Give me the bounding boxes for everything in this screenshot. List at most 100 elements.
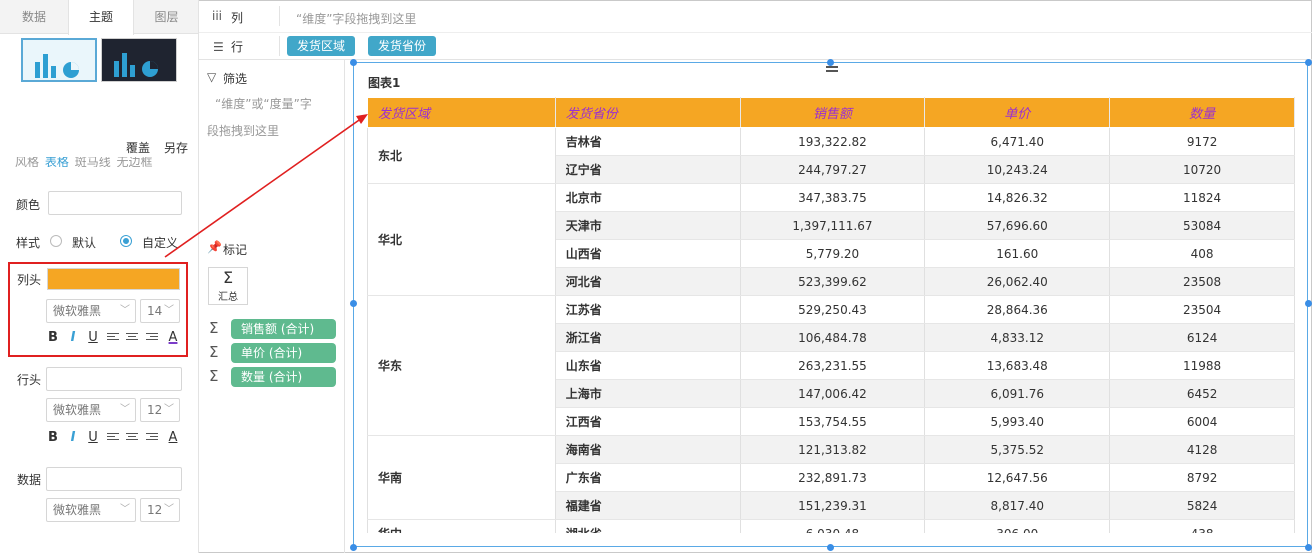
sales-cell[interactable]: 6,030.48 (740, 519, 926, 533)
header-province[interactable]: 发货省份 (554, 97, 741, 128)
price-cell[interactable]: 12,647.56 (924, 463, 1111, 492)
region-cell[interactable]: 东北 (367, 127, 556, 184)
quantity-cell[interactable]: 438 (1109, 519, 1295, 533)
sales-cell[interactable]: 523,399.62 (740, 267, 926, 296)
province-cell[interactable]: 福建省 (555, 491, 741, 520)
price-cell[interactable]: 5,375.52 (924, 435, 1111, 464)
bold-button[interactable]: B (46, 330, 60, 345)
province-cell[interactable]: 北京市 (555, 183, 741, 212)
price-cell[interactable]: 306.00 (924, 519, 1111, 533)
resize-handle[interactable] (1305, 544, 1312, 551)
align-center-icon[interactable] (126, 433, 138, 444)
sales-cell[interactable]: 529,250.43 (740, 295, 926, 324)
province-cell[interactable]: 江苏省 (555, 295, 741, 324)
sales-cell[interactable]: 263,231.55 (740, 351, 926, 380)
sales-cell[interactable]: 147,006.42 (740, 379, 926, 408)
sales-cell[interactable]: 151,239.31 (740, 491, 926, 520)
sales-cell[interactable]: 232,891.73 (740, 463, 926, 492)
row-header-color-input[interactable] (46, 367, 182, 391)
quantity-cell[interactable]: 9172 (1109, 127, 1295, 156)
price-cell[interactable]: 8,817.40 (924, 491, 1111, 520)
resize-handle[interactable] (1305, 300, 1312, 307)
underline-button[interactable]: U (86, 430, 100, 445)
style-option-no-border[interactable]: 无边框 (117, 157, 153, 167)
resize-handle[interactable] (1305, 59, 1312, 66)
col-header-color-picker[interactable] (47, 268, 180, 290)
quantity-cell[interactable]: 408 (1109, 239, 1295, 268)
pivot-table-viewport[interactable]: 发货区域 发货省份 销售额 单价 数量 东北 吉林省 193,322.82 6,471… (367, 97, 1295, 533)
resize-handle[interactable] (350, 300, 357, 307)
sales-cell[interactable]: 244,797.27 (740, 155, 926, 184)
region-cell[interactable]: 华南 (367, 435, 556, 520)
price-cell[interactable]: 13,683.48 (924, 351, 1111, 380)
region-cell[interactable]: 华中 (367, 519, 556, 533)
province-cell[interactable]: 江西省 (555, 407, 741, 436)
theme-thumbnail-light[interactable] (21, 38, 97, 82)
color-input[interactable] (48, 191, 182, 215)
quantity-cell[interactable]: 23508 (1109, 267, 1295, 296)
province-cell[interactable]: 湖北省 (555, 519, 741, 533)
header-sales[interactable]: 销售额 (739, 97, 926, 128)
quantity-cell[interactable]: 11824 (1109, 183, 1295, 212)
price-cell[interactable]: 4,833.12 (924, 323, 1111, 352)
sales-cell[interactable]: 106,484.78 (740, 323, 926, 352)
drag-handle-icon[interactable] (826, 66, 838, 72)
quantity-cell[interactable]: 10720 (1109, 155, 1295, 184)
font-color-button[interactable]: A (166, 430, 180, 445)
align-center-icon[interactable] (126, 333, 138, 344)
province-cell[interactable]: 吉林省 (555, 127, 741, 156)
measure-price[interactable]: 单价 (合计) (231, 343, 336, 363)
price-cell[interactable]: 6,471.40 (924, 127, 1111, 156)
quantity-cell[interactable]: 11988 (1109, 351, 1295, 380)
province-cell[interactable]: 广东省 (555, 463, 741, 492)
province-cell[interactable]: 上海市 (555, 379, 741, 408)
province-cell[interactable]: 山西省 (555, 239, 741, 268)
resize-handle[interactable] (827, 544, 834, 551)
price-cell[interactable]: 57,696.60 (924, 211, 1111, 240)
province-cell[interactable]: 辽宁省 (555, 155, 741, 184)
header-region[interactable]: 发货区域 (367, 97, 556, 128)
sales-cell[interactable]: 1,397,111.67 (740, 211, 926, 240)
sales-cell[interactable]: 153,754.55 (740, 407, 926, 436)
province-cell[interactable]: 天津市 (555, 211, 741, 240)
quantity-cell[interactable]: 6004 (1109, 407, 1295, 436)
resize-handle[interactable] (350, 544, 357, 551)
quantity-cell[interactable]: 23504 (1109, 295, 1295, 324)
resize-handle[interactable] (350, 59, 357, 66)
price-cell[interactable]: 26,062.40 (924, 267, 1111, 296)
price-cell[interactable]: 10,243.24 (924, 155, 1111, 184)
price-cell[interactable]: 28,864.36 (924, 295, 1111, 324)
sales-cell[interactable]: 193,322.82 (740, 127, 926, 156)
cover-button[interactable]: 覆盖 (126, 139, 150, 156)
quantity-cell[interactable]: 6124 (1109, 323, 1295, 352)
col-header-font-select[interactable]: 微软雅黑 ﹀ (46, 299, 136, 323)
province-cell[interactable]: 浙江省 (555, 323, 741, 352)
province-cell[interactable]: 河北省 (555, 267, 741, 296)
bold-button[interactable]: B (46, 430, 60, 445)
style-custom-radio[interactable] (120, 235, 132, 247)
price-cell[interactable]: 5,993.40 (924, 407, 1111, 436)
row-header-size-select[interactable]: 12 ﹀ (140, 398, 180, 422)
align-left-icon[interactable] (107, 433, 119, 444)
style-default-radio[interactable] (50, 235, 62, 247)
quantity-cell[interactable]: 4128 (1109, 435, 1295, 464)
quantity-cell[interactable]: 6452 (1109, 379, 1295, 408)
style-option-zebra[interactable]: 斑马线 (75, 157, 111, 167)
style-option-table[interactable]: 表格 (45, 157, 69, 167)
underline-button[interactable]: U (86, 330, 100, 345)
header-quantity[interactable]: 数量 (1109, 97, 1295, 128)
row-header-font-select[interactable]: 微软雅黑 ﹀ (46, 398, 136, 422)
font-color-button[interactable]: A (166, 330, 180, 345)
resize-handle[interactable] (827, 59, 834, 66)
header-price[interactable]: 单价 (924, 97, 1111, 128)
italic-button[interactable]: I (66, 330, 80, 345)
region-cell[interactable]: 华东 (367, 295, 556, 436)
price-cell[interactable]: 161.60 (924, 239, 1111, 268)
price-cell[interactable]: 14,826.32 (924, 183, 1111, 212)
data-font-select[interactable]: 微软雅黑 ﹀ (46, 498, 136, 522)
summary-button[interactable]: Σ 汇总 (208, 267, 248, 305)
row-field-region[interactable]: 发货区域 (287, 36, 356, 56)
data-size-select[interactable]: 12 ﹀ (140, 498, 180, 522)
quantity-cell[interactable]: 8792 (1109, 463, 1295, 492)
tab-layers[interactable]: 图层 (134, 0, 198, 34)
